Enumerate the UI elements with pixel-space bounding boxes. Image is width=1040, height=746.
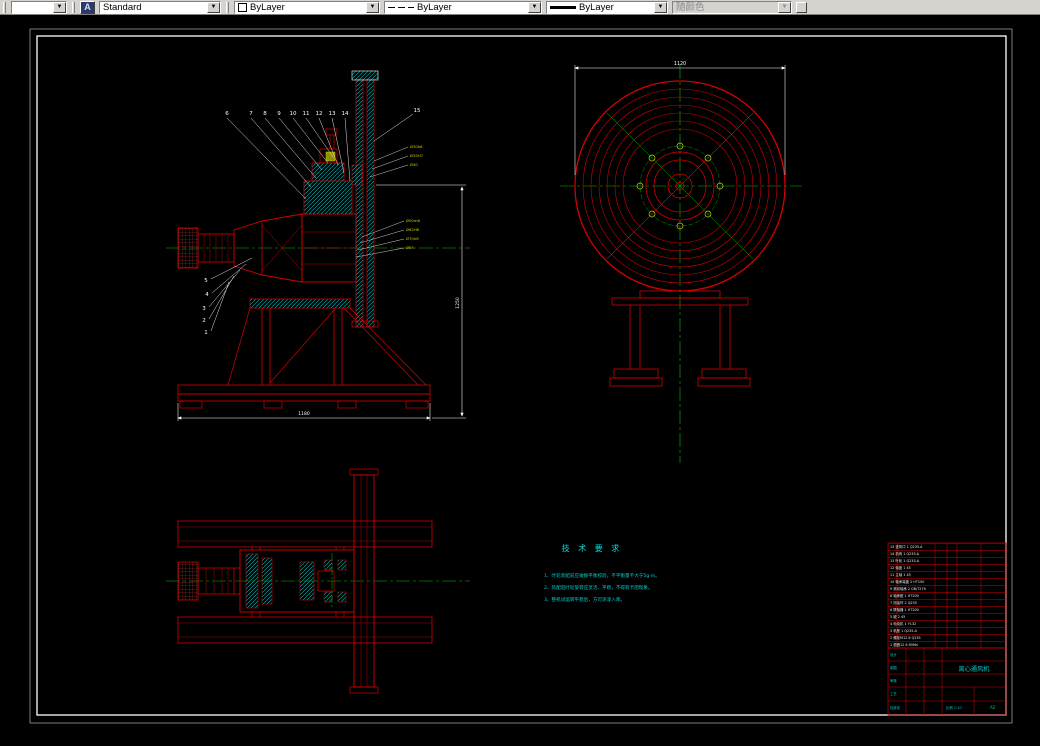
technical-requirements: 技 术 要 求 1、叶轮装配前应做静平衡校验，不平衡量不大于5g·m。 2、装配… (544, 543, 660, 603)
text-style-value: Standard (103, 1, 142, 13)
callout: 3 (202, 306, 206, 312)
side-view: 1180 1250 6 7 8 9 10 11 12 13 14 15 5 4 … (166, 70, 470, 421)
callout: 2 (202, 318, 206, 324)
chevron-down-icon[interactable]: ▼ (654, 1, 667, 13)
dim-text: 1180 (298, 411, 310, 417)
object-properties-toolbar: ▼ A Standard ▼ ByLayer ▼ ByLayer ▼ ByLay… (0, 0, 1040, 15)
fit-text: Ø40 (410, 162, 418, 167)
fit-text: Ø85 (406, 245, 414, 250)
title-block-fields: 设计 制图 审核 工艺 标准化 (890, 652, 901, 710)
tech-req-item: 2、装配后叶轮旋转应灵活、平稳，不得有卡阻现象。 (544, 584, 653, 591)
fit-text: Ø62H8 (406, 227, 420, 232)
chevron-down-icon[interactable]: ▼ (528, 1, 541, 13)
callout: 4 (205, 292, 209, 298)
callout: 5 (204, 278, 208, 284)
parts-row-text: 11 主轴 1 45 (890, 572, 911, 577)
parts-row-text: 13 叶轮 1 Q235-A (890, 558, 920, 563)
dim-text: 1120 (674, 61, 686, 67)
callout: 12 (316, 111, 323, 117)
dim-text: 1250 (455, 297, 461, 309)
callout-leaders (208, 113, 414, 332)
callout: 14 (342, 111, 349, 117)
toolbar-grip[interactable] (72, 1, 75, 13)
chevron-down-icon[interactable]: ▼ (366, 1, 379, 13)
chevron-down-icon[interactable]: ▼ (53, 1, 66, 13)
field-label: 标准化 (890, 705, 901, 710)
text-style-icon[interactable]: A (80, 0, 95, 14)
tech-req-item: 1、叶轮装配前应做静平衡校验，不平衡量不大于5g·m。 (544, 572, 660, 579)
text-style-combo[interactable]: Standard ▼ (99, 0, 221, 14)
parts-row-text: 12 轴盘 1 45 (890, 565, 911, 570)
parts-row-text: 5 键 2 45 (890, 614, 905, 619)
callout: 7 (249, 111, 253, 117)
field-label: 审核 (890, 678, 897, 683)
sheet-size-text: A2 (990, 705, 996, 710)
toolbar-grip[interactable] (3, 1, 6, 13)
drawing-canvas[interactable]: 1180 1250 6 7 8 9 10 11 12 13 14 15 5 4 … (0, 15, 1040, 745)
color-combo[interactable]: ByLayer ▼ (234, 0, 380, 14)
chevron-down-icon: ▼ (778, 1, 791, 13)
field-label: 制图 (890, 665, 897, 670)
parts-row-text: 9 滚动轴承 2 GB/T276 (890, 586, 926, 591)
parts-row-text: 14 机壳 1 Q235-A (890, 551, 920, 556)
fit-text: Ø50m6 (406, 218, 421, 223)
lineweight-combo[interactable]: ByLayer ▼ (546, 0, 668, 14)
sheet-border (29, 28, 1013, 724)
callout: 8 (263, 111, 267, 117)
parts-row-text: 1 垫圈12 8 65Mn (890, 642, 918, 647)
model-space: 1180 1250 6 7 8 9 10 11 12 13 14 15 5 4 … (0, 15, 1040, 745)
parts-row-text: 15 进风口 1 Q235-A (890, 544, 923, 549)
field-label: 设计 (890, 652, 897, 657)
front-view: 1120 (560, 61, 802, 463)
plotstyle-combo: 随颜色 ▼ (672, 0, 792, 14)
scale-text: 比例 1:10 (946, 705, 961, 710)
color-combo-value: ByLayer (250, 1, 285, 13)
parts-row-text: 4 电动机 1 Y132 (890, 621, 916, 626)
parts-row-text: 7 挡油环 2 Q235 (890, 600, 917, 605)
layer-combo[interactable]: ▼ (11, 0, 67, 14)
tech-req-title: 技 术 要 求 (562, 543, 623, 553)
lineweight-combo-value: ByLayer (579, 1, 614, 13)
color-swatch-icon (238, 2, 247, 12)
callout: 10 (290, 111, 297, 117)
callout: 9 (277, 111, 281, 117)
plotstyle-combo-value: 随颜色 (676, 1, 705, 13)
fit-labels: Ø30k6 Ø35H7 Ø40 Ø50m6 Ø62H8 Ø70h6 Ø85 (406, 144, 424, 250)
drawing-title: 离心通风机 (959, 665, 991, 673)
linetype-icon (388, 6, 414, 8)
callout: 13 (329, 111, 336, 117)
toolbar-button[interactable] (796, 1, 807, 13)
parts-row-text: 2 螺栓M12 8 Q235 (890, 635, 921, 640)
parts-row-text: 8 轴承座 1 HT200 (890, 593, 919, 598)
plan-view (166, 468, 470, 694)
fit-leaders (355, 146, 409, 258)
chevron-down-icon[interactable]: ▼ (207, 1, 220, 13)
callout: 15 (414, 108, 421, 114)
lineweight-icon (550, 5, 576, 9)
fit-text: Ø30k6 (410, 144, 423, 149)
fit-text: Ø70h6 (406, 236, 419, 241)
callout: 6 (225, 111, 229, 117)
fit-text: Ø35H7 (410, 153, 424, 158)
parts-row-text: 10 轴承端盖 2 HT150 (890, 579, 924, 584)
callout: 11 (303, 111, 310, 117)
callout: 1 (204, 330, 208, 336)
parts-row-text: 6 联轴器 1 HT200 (890, 607, 919, 612)
tech-req-item: 3、整机试运转平稳后，方可涂漆入库。 (544, 596, 625, 603)
toolbar-grip[interactable] (226, 1, 229, 13)
linetype-combo-value: ByLayer (417, 1, 452, 13)
field-label: 工艺 (890, 691, 897, 696)
parts-list-table: 15 进风口 1 Q235-A 14 机壳 1 Q235-A 13 叶轮 1 Q… (887, 542, 1007, 716)
linetype-combo[interactable]: ByLayer ▼ (384, 0, 542, 14)
parts-row-text: 3 机座 1 Q235-A (890, 628, 918, 633)
